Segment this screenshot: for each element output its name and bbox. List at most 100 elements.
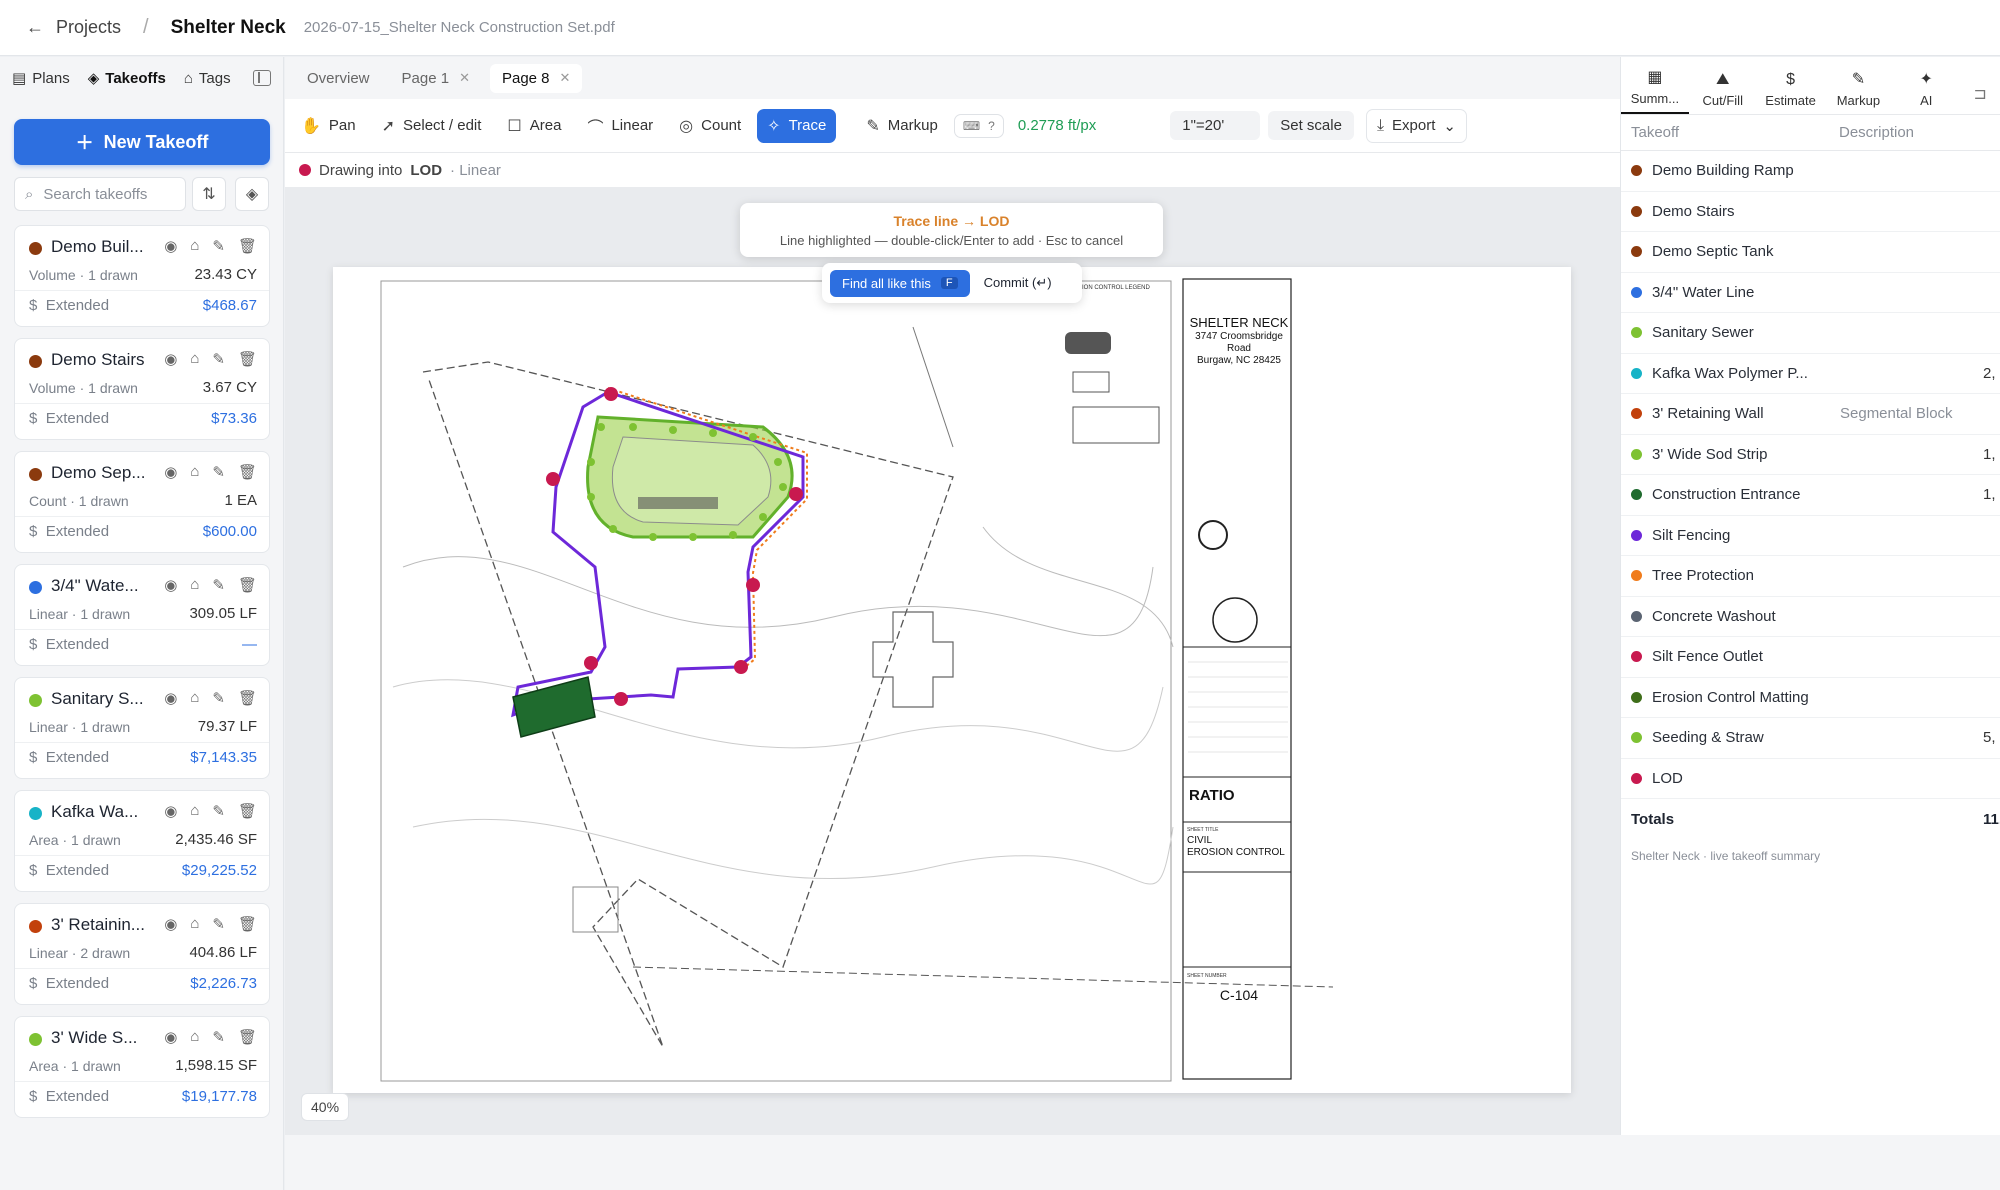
summary-row[interactable]: Kafka Wax Polymer P... 2, [1621, 354, 2000, 394]
eye-icon[interactable]: ◉ [164, 1028, 177, 1046]
totals-row: Totals 11, [1621, 799, 2000, 839]
takeoff-card[interactable]: 3' Retainin... ◉ ⌂ ✎ 🗑 Linear · 2 drawn … [14, 903, 270, 1005]
summary-row[interactable]: 3' Retaining Wall Segmental Block [1621, 394, 2000, 435]
export-button[interactable]: ⤓ Export ⌄ [1365, 108, 1467, 143]
summary-row[interactable]: Silt Fence Outlet [1621, 637, 2000, 678]
summary-row[interactable]: Concrete Washout [1621, 597, 2000, 637]
tab-page-8[interactable]: Page 8 ✕ [489, 63, 583, 93]
close-icon[interactable]: ✕ [560, 70, 571, 86]
eye-icon[interactable]: ◉ [164, 576, 177, 594]
summary-row[interactable]: Demo Building Ramp [1621, 151, 2000, 192]
commit-button[interactable]: Commit (↵) [984, 275, 1052, 291]
plan-sheet[interactable]: EROSION CONTROL LEGEND SHELTER NECK 3747… [333, 267, 1571, 1093]
tab-summary[interactable]: ▦ Summ... [1621, 67, 1689, 114]
extended-text: Extended [45, 1088, 110, 1105]
takeoff-card[interactable]: Demo Buil... ◉ ⌂ ✎ 🗑 Volume · 1 drawn 23… [14, 225, 270, 327]
trash-icon[interactable]: 🗑 [238, 237, 257, 255]
summary-row[interactable]: Construction Entrance 1, [1621, 475, 2000, 516]
summary-row[interactable]: Silt Fencing [1621, 516, 2000, 556]
edit-icon[interactable]: ✎ [212, 802, 225, 820]
close-icon[interactable]: ✕ [459, 70, 470, 86]
tab-takeoffs[interactable]: ◈ Takeoffs [88, 69, 166, 88]
summary-row[interactable]: Erosion Control Matting [1621, 678, 2000, 718]
collapse-sidebar-icon[interactable] [253, 70, 271, 86]
zoom-level[interactable]: 40% [301, 1093, 350, 1121]
find-all-like-this-button[interactable]: Find all like this F [830, 269, 970, 297]
edit-icon[interactable]: ✎ [212, 576, 225, 594]
tab-plans[interactable]: ▤ Plans [12, 69, 70, 88]
summary-row[interactable]: LOD [1621, 759, 2000, 799]
area-tool[interactable]: ☐ Area [497, 109, 571, 143]
eye-icon[interactable]: ◉ [164, 915, 177, 933]
edit-icon[interactable]: ✎ [212, 915, 225, 933]
pan-tool[interactable]: ✋ Pan [291, 109, 366, 143]
summary-row[interactable]: 3/4" Water Line [1621, 273, 2000, 313]
eye-icon[interactable]: ◉ [164, 689, 177, 707]
set-scale-button[interactable]: Set scale [1268, 111, 1354, 140]
tag-icon[interactable]: ⌂ [190, 1028, 199, 1046]
summary-row[interactable]: 3' Wide Sod Strip 1, [1621, 435, 2000, 475]
trash-icon[interactable]: 🗑 [238, 802, 257, 820]
linear-tool[interactable]: ⌒ Linear [577, 107, 663, 145]
new-takeoff-button[interactable]: ＋ New Takeoff [14, 119, 270, 165]
edit-icon[interactable]: ✎ [212, 237, 225, 255]
summary-row[interactable]: Tree Protection [1621, 556, 2000, 597]
tag-icon[interactable]: ⌂ [190, 802, 199, 820]
takeoff-card[interactable]: Kafka Wa... ◉ ⌂ ✎ 🗑 Area · 1 drawn 2,435… [14, 790, 270, 892]
color-dot [1631, 165, 1642, 177]
trash-icon[interactable]: 🗑 [238, 689, 257, 707]
edit-icon[interactable]: ✎ [212, 689, 225, 707]
summary-row[interactable]: Demo Septic Tank [1621, 232, 2000, 273]
eye-icon[interactable]: ◉ [164, 802, 177, 820]
plan-canvas[interactable]: EROSION CONTROL LEGEND SHELTER NECK 3747… [285, 187, 1620, 1135]
takeoff-card[interactable]: 3/4" Wate... ◉ ⌂ ✎ 🗑 Linear · 1 drawn 30… [14, 564, 270, 666]
tab-markup[interactable]: ✎ Markup [1824, 69, 1892, 114]
sort-button[interactable]: ⇅ [192, 177, 226, 211]
layers-button[interactable]: ◈ [235, 177, 269, 211]
takeoff-card[interactable]: 3' Wide S... ◉ ⌂ ✎ 🗑 Area · 1 drawn 1,59… [14, 1016, 270, 1118]
edit-icon[interactable]: ✎ [212, 350, 225, 368]
trash-icon[interactable]: 🗑 [238, 463, 257, 481]
back-to-projects[interactable]: ← Projects [26, 17, 121, 38]
row-name: Tree Protection [1652, 567, 1754, 585]
extended-label: $ Extended [29, 297, 110, 314]
trash-icon[interactable]: 🗑 [238, 1028, 257, 1046]
takeoff-card[interactable]: Demo Sep... ◉ ⌂ ✎ 🗑 Count · 1 drawn 1 EA… [14, 451, 270, 553]
tag-icon[interactable]: ⌂ [190, 915, 199, 933]
markup-tool[interactable]: ✎ Markup [856, 109, 947, 143]
tag-icon[interactable]: ⌂ [190, 350, 199, 368]
trace-tool[interactable]: ✧ Trace [757, 108, 837, 143]
edit-icon[interactable]: ✎ [212, 1028, 225, 1046]
eye-icon[interactable]: ◉ [164, 237, 177, 255]
tag-icon[interactable]: ⌂ [190, 689, 199, 707]
extended-label: $ Extended [29, 749, 110, 766]
summary-row[interactable]: Sanitary Sewer [1621, 313, 2000, 354]
trash-icon[interactable]: 🗑 [238, 350, 257, 368]
tag-icon[interactable]: ⌂ [190, 463, 199, 481]
tab-estimate[interactable]: $ Estimate [1757, 71, 1825, 114]
eye-icon[interactable]: ◉ [164, 350, 177, 368]
trash-icon[interactable]: 🗑 [238, 576, 257, 594]
select-tool[interactable]: ➚ Select / edit [372, 109, 492, 143]
count-tool[interactable]: ◎ Count [669, 109, 751, 143]
tab-tags[interactable]: ⌂ Tags [184, 70, 231, 87]
scale-ratio-field[interactable]: 1"=20' [1170, 111, 1261, 140]
collapse-panel-icon[interactable]: ⊐ [1960, 84, 2000, 114]
tag-icon[interactable]: ⌂ [190, 576, 199, 594]
card-actions: ◉ ⌂ ✎ 🗑 [164, 802, 257, 820]
tag-icon[interactable]: ⌂ [190, 237, 199, 255]
edit-icon[interactable]: ✎ [212, 463, 225, 481]
tab-page-1[interactable]: Page 1 ✕ [390, 64, 482, 93]
takeoff-card[interactable]: Sanitary S... ◉ ⌂ ✎ 🗑 Linear · 1 drawn 7… [14, 677, 270, 779]
page-tabs: Overview Page 1 ✕ Page 8 ✕ [285, 57, 1620, 99]
takeoff-card[interactable]: Demo Stairs ◉ ⌂ ✎ 🗑 Volume · 1 drawn 3.6… [14, 338, 270, 440]
search-takeoffs-input[interactable]: ⌕ Search takeoffs [14, 177, 186, 211]
trash-icon[interactable]: 🗑 [238, 915, 257, 933]
tab-cut-fill[interactable]: ⛰ Cut/Fill [1689, 71, 1757, 114]
summary-row[interactable]: Seeding & Straw 5, [1621, 718, 2000, 759]
eye-icon[interactable]: ◉ [164, 463, 177, 481]
summary-row[interactable]: Demo Stairs [1621, 192, 2000, 232]
tab-ai[interactable]: ✦ AI [1892, 69, 1960, 114]
keyboard-help-button[interactable]: ⌨? [953, 113, 1004, 138]
tab-overview[interactable]: Overview [295, 64, 382, 93]
